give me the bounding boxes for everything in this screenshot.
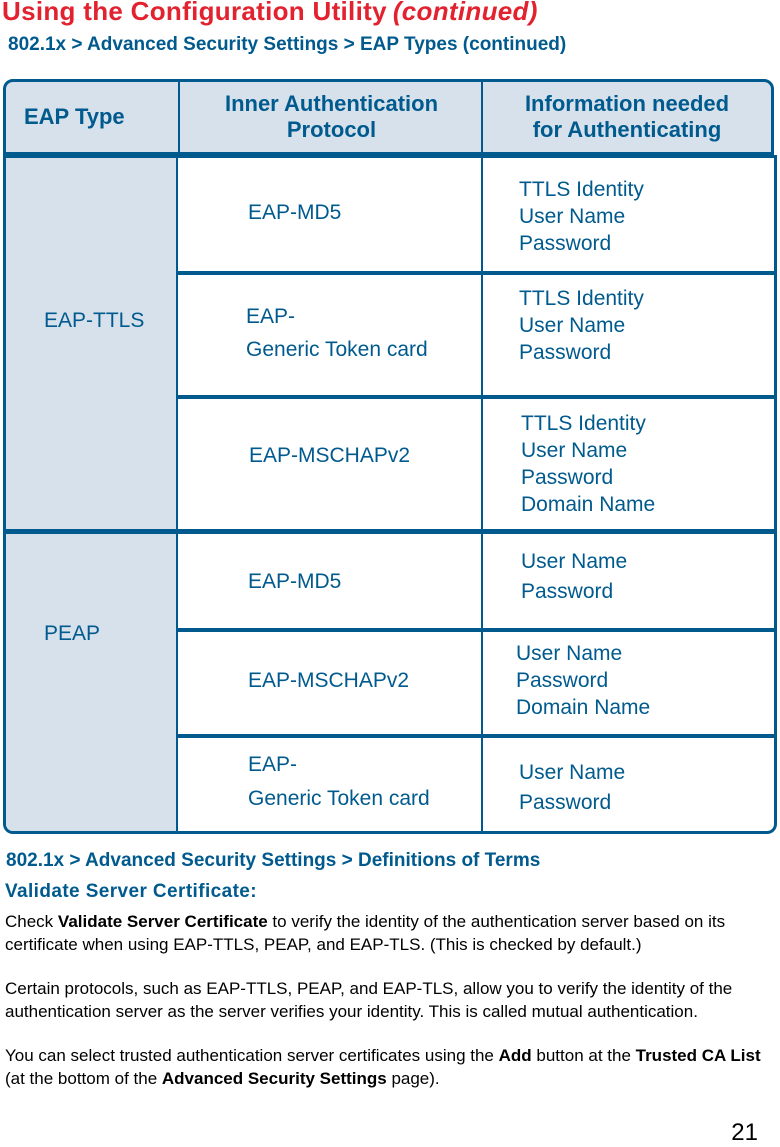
page-title: Using the Configuration Utility (continue… bbox=[2, 0, 538, 27]
eap-table-header: EAP Type Inner Authentication Protocol In… bbox=[3, 79, 774, 155]
section-breadcrumb: 802.1x > Advanced Security Settings > EA… bbox=[8, 34, 567, 55]
protocol-text: Generic Token card bbox=[248, 787, 430, 810]
protocol-text: EAP- bbox=[246, 305, 296, 328]
protocol-cell: EAP-MD5 bbox=[178, 158, 481, 273]
para-text: page). bbox=[386, 1068, 440, 1088]
info-line: TTLS Identity bbox=[521, 412, 646, 435]
para-text: You can select trusted authentication se… bbox=[5, 1046, 499, 1065]
para-bold-term: Add bbox=[498, 1046, 532, 1065]
para-bold-term: Trusted CA List bbox=[635, 1046, 761, 1065]
table-row: EAP-MD5 User Name Password bbox=[178, 534, 774, 630]
info-cell: User Name Password bbox=[481, 738, 774, 831]
protocol-cell: EAP-MSCHAPv2 bbox=[178, 399, 481, 532]
header-inner-protocol: Inner Authentication Protocol bbox=[178, 82, 483, 152]
definition-paragraph-3: You can select trusted authentication se… bbox=[5, 1045, 775, 1090]
info-line: Password bbox=[519, 232, 612, 255]
protocol-cell: EAP-MSCHAPv2 bbox=[178, 632, 481, 734]
info-line: User Name bbox=[516, 642, 623, 665]
info-line: Password bbox=[519, 341, 612, 364]
protocol-text: EAP-MSCHAPv2 bbox=[248, 669, 410, 692]
protocol-cell: EAP- Generic Token card bbox=[178, 275, 481, 395]
protocol-cell: EAP-MD5 bbox=[178, 534, 481, 630]
protocol-cell: EAP- Generic Token card bbox=[178, 738, 481, 831]
para-text: (at the bottom of the bbox=[5, 1068, 162, 1088]
info-cell: TTLS Identity User Name Password Domain … bbox=[481, 399, 774, 532]
info-line: User Name bbox=[519, 314, 626, 337]
para-bold-term: Advanced Security Settings bbox=[161, 1068, 387, 1088]
page-number: 21 bbox=[731, 1119, 758, 1146]
group-peap: PEAP EAP-MD5 User Name Password EAP-MSCH… bbox=[6, 529, 774, 831]
protocol-text: Generic Token card bbox=[246, 338, 428, 361]
info-line: User Name bbox=[521, 550, 628, 573]
header-inner-protocol-line2: Protocol bbox=[286, 117, 377, 142]
info-cell: TTLS Identity User Name Password bbox=[481, 158, 774, 273]
info-cell: User Name Password Domain Name bbox=[481, 632, 774, 734]
page-title-text: Using the Configuration Utility bbox=[2, 0, 387, 26]
header-info-needed: Information needed for Authenticating bbox=[481, 82, 771, 152]
table-row: EAP- Generic Token card TTLS Identity Us… bbox=[178, 271, 774, 395]
info-line: Password bbox=[519, 791, 612, 814]
definition-paragraph-2: Certain protocols, such as EAP-TTLS, PEA… bbox=[5, 979, 733, 1021]
definitions-heading: 802.1x > Advanced Security Settings > De… bbox=[6, 850, 541, 871]
protocol-text: EAP-MD5 bbox=[248, 570, 342, 593]
info-line: User Name bbox=[519, 761, 626, 784]
info-line: TTLS Identity bbox=[519, 287, 644, 310]
group-eap-ttls: EAP-TTLS EAP-MD5 TTLS Identity User Name… bbox=[6, 155, 774, 532]
protocol-text: EAP- bbox=[248, 753, 298, 776]
page-title-suffix: (continued) bbox=[392, 0, 538, 26]
eap-type-cell: EAP-TTLS bbox=[6, 158, 178, 529]
info-line: Domain Name bbox=[516, 696, 651, 719]
table-row: EAP-MD5 TTLS Identity User Name Password bbox=[178, 158, 774, 273]
info-line: Password bbox=[516, 669, 609, 692]
para-text: button at the bbox=[531, 1046, 636, 1065]
header-info-needed-line2: for Authenticating bbox=[532, 117, 722, 142]
info-line: Domain Name bbox=[521, 493, 656, 516]
info-line: TTLS Identity bbox=[519, 178, 644, 201]
header-eap-type: EAP Type bbox=[24, 104, 125, 129]
para-text: Check bbox=[5, 912, 58, 931]
protocol-text: EAP-MD5 bbox=[248, 201, 342, 224]
header-inner-protocol-line1: Inner Authentication bbox=[224, 91, 439, 116]
protocol-text: EAP-MSCHAPv2 bbox=[249, 444, 411, 467]
eap-type-label: EAP-TTLS bbox=[44, 309, 145, 332]
table-row: EAP-MSCHAPv2 User Name Password Domain N… bbox=[178, 628, 774, 734]
eap-type-cell: PEAP bbox=[6, 534, 178, 831]
info-line: User Name bbox=[521, 439, 628, 462]
term-heading: Validate Server Certificate: bbox=[5, 881, 257, 902]
header-info-needed-line1: Information needed bbox=[524, 91, 730, 116]
table-row: EAP- Generic Token card User Name Passwo… bbox=[178, 734, 774, 831]
eap-table-body: EAP-TTLS EAP-MD5 TTLS Identity User Name… bbox=[3, 155, 777, 834]
info-line: Password bbox=[521, 466, 614, 489]
info-line: Password bbox=[521, 580, 614, 603]
table-row: EAP-MSCHAPv2 TTLS Identity User Name Pas… bbox=[178, 395, 774, 532]
info-cell: TTLS Identity User Name Password bbox=[481, 275, 774, 395]
info-line: User Name bbox=[519, 205, 626, 228]
eap-type-label: PEAP bbox=[44, 622, 101, 645]
para-bold-term: Validate Server Certificate bbox=[57, 912, 268, 931]
info-cell: User Name Password bbox=[481, 534, 774, 630]
definition-paragraph-1: Check Validate Server Certificate to ver… bbox=[5, 911, 775, 956]
